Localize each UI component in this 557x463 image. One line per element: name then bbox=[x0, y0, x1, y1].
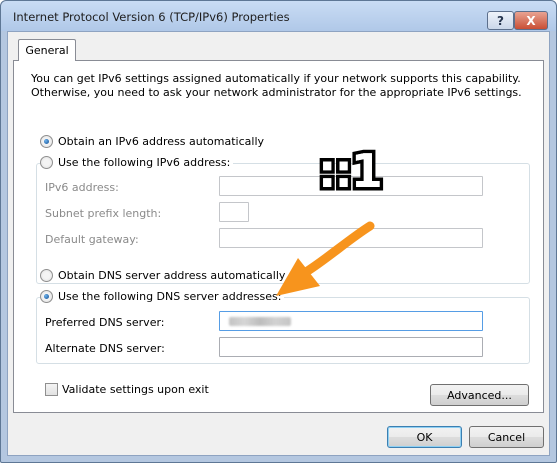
radio-label: Obtain DNS server address automatically bbox=[58, 269, 286, 282]
checkbox-label: Validate settings upon exit bbox=[62, 383, 209, 396]
title-bar[interactable]: Internet Protocol Version 6 (TCP/IPv6) P… bbox=[1, 1, 556, 31]
intro-text: You can get IPv6 settings assigned autom… bbox=[31, 72, 522, 100]
help-icon: ? bbox=[497, 13, 504, 28]
validate-settings-checkbox[interactable]: Validate settings upon exit bbox=[45, 383, 209, 396]
tab-general[interactable]: General bbox=[18, 39, 76, 61]
preferred-dns-label: Preferred DNS server: bbox=[45, 316, 165, 329]
alternate-dns-input[interactable] bbox=[219, 337, 483, 357]
help-button[interactable]: ? bbox=[487, 11, 514, 30]
radio-label: Use the following DNS server addresses: bbox=[58, 290, 282, 303]
radio-indicator bbox=[40, 135, 53, 148]
subnet-prefix-label: Subnet prefix length: bbox=[45, 207, 162, 220]
advanced-button[interactable]: Advanced... bbox=[430, 384, 529, 406]
close-button[interactable]: X bbox=[514, 11, 548, 30]
radio-indicator bbox=[40, 269, 53, 282]
alternate-dns-label: Alternate DNS server: bbox=[45, 342, 165, 355]
ok-button[interactable]: OK bbox=[387, 426, 462, 448]
checkbox-indicator bbox=[45, 383, 58, 396]
annotation-text-fill: ::1 bbox=[318, 144, 383, 198]
annotation-arrow-icon bbox=[276, 221, 375, 296]
radio-indicator bbox=[40, 156, 53, 169]
radio-obtain-dns-auto[interactable]: Obtain DNS server address automatically bbox=[40, 269, 289, 282]
intro-line-1: You can get IPv6 settings assigned autom… bbox=[31, 72, 521, 85]
tab-general-label: General bbox=[25, 44, 69, 57]
preferred-dns-input[interactable] bbox=[219, 311, 483, 331]
radio-obtain-ipv6-auto[interactable]: Obtain an IPv6 address automatically bbox=[40, 135, 268, 148]
close-icon: X bbox=[526, 13, 536, 28]
radio-indicator bbox=[40, 290, 53, 303]
ipv6-address-label: IPv6 address: bbox=[45, 181, 119, 194]
window-title: Internet Protocol Version 6 (TCP/IPv6) P… bbox=[13, 10, 290, 24]
radio-use-following-ipv6[interactable]: Use the following IPv6 address: bbox=[40, 156, 234, 169]
default-gateway-label: Default gateway: bbox=[45, 233, 139, 246]
advanced-button-label: Advanced... bbox=[447, 388, 512, 402]
ok-button-label: OK bbox=[416, 430, 433, 444]
radio-label: Use the following IPv6 address: bbox=[58, 156, 231, 169]
redacted-value bbox=[229, 317, 291, 326]
radio-use-following-dns[interactable]: Use the following DNS server addresses: bbox=[40, 290, 285, 303]
cancel-button[interactable]: Cancel bbox=[469, 426, 544, 448]
subnet-prefix-input[interactable] bbox=[219, 202, 249, 222]
radio-label: Obtain an IPv6 address automatically bbox=[58, 135, 265, 148]
intro-line-2: Otherwise, you need to ask your network … bbox=[31, 86, 522, 99]
cancel-button-label: Cancel bbox=[487, 430, 526, 444]
